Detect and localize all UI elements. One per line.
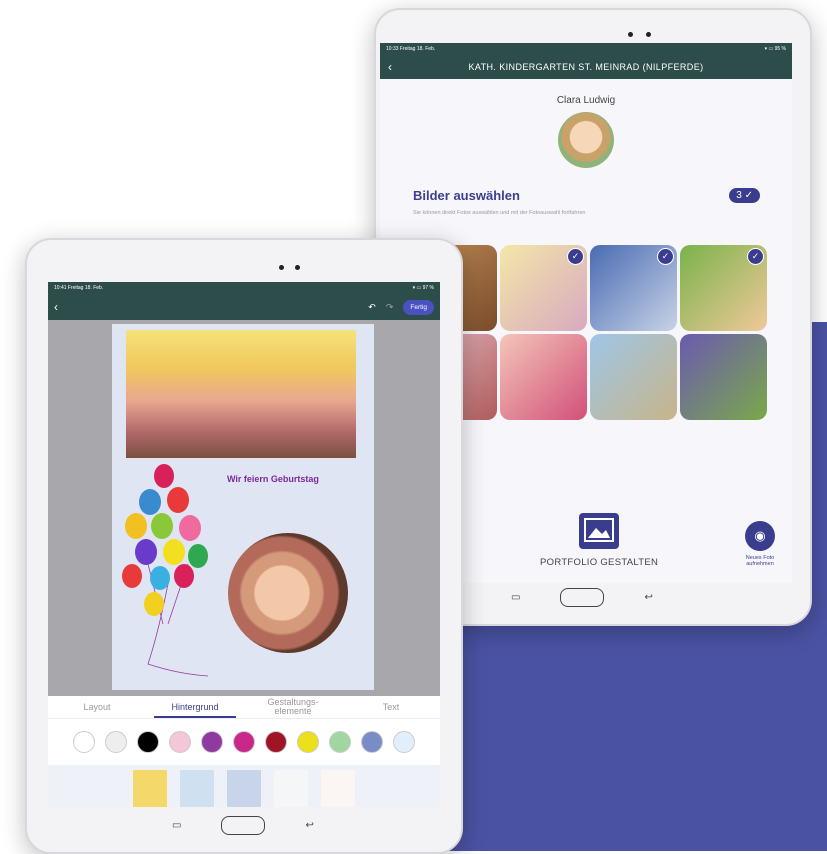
front-tablet: 10:41 Freitag 18. Feb. ▾ ▭ 97 % ‹ ↶ ↷ Fe… bbox=[25, 238, 463, 854]
color-swatch[interactable] bbox=[169, 731, 191, 753]
camera-dot bbox=[279, 265, 284, 270]
color-swatch[interactable] bbox=[73, 731, 95, 753]
camera-dot bbox=[646, 32, 651, 37]
top-bar: 10:33 Freitag 18. Feb. ▾ ▭ 95 % ‹ KATH. … bbox=[380, 43, 792, 79]
toolbar-actions: ↶ ↷ Fertig bbox=[368, 299, 434, 315]
camera-dot bbox=[295, 265, 300, 270]
select-hint: Sie können direkt Fotos auswählen und mi… bbox=[413, 210, 586, 216]
background-patterns bbox=[48, 765, 440, 807]
photo-thumbnail[interactable] bbox=[590, 334, 677, 420]
background-pattern[interactable] bbox=[180, 770, 214, 807]
battery-level: 97 % bbox=[422, 285, 434, 291]
battery-level: 95 % bbox=[774, 46, 786, 52]
color-swatch[interactable] bbox=[297, 731, 319, 753]
recent-apps-icon[interactable]: ▭ bbox=[511, 592, 520, 603]
balloons-illustration[interactable] bbox=[118, 464, 218, 684]
front-screen: 10:41 Freitag 18. Feb. ▾ ▭ 97 % ‹ ↶ ↷ Fe… bbox=[48, 282, 440, 807]
portfolio-label: PORTFOLIO GESTALTEN bbox=[540, 557, 659, 568]
back-arrow-icon[interactable]: ‹ bbox=[388, 60, 392, 74]
app-bar: ‹ KATH. KINDERGARTEN ST. MEINRAD (NILPFE… bbox=[380, 55, 792, 79]
status-right: ▾ ▭ 97 % bbox=[412, 285, 434, 291]
status-time: 10:33 bbox=[386, 46, 399, 52]
redo-icon[interactable]: ↷ bbox=[386, 302, 394, 313]
background-pattern[interactable] bbox=[321, 770, 355, 807]
tab-background[interactable]: Hintergrund bbox=[146, 702, 244, 718]
home-button[interactable] bbox=[221, 816, 266, 835]
background-pattern[interactable] bbox=[274, 770, 308, 807]
recent-apps-icon[interactable]: ▭ bbox=[172, 820, 181, 831]
background-pattern[interactable] bbox=[227, 770, 261, 807]
editor-canvas: Wir feiern Geburtstag bbox=[48, 320, 440, 696]
header-title: KATH. KINDERGARTEN ST. MEINRAD (NILPFERD… bbox=[468, 62, 704, 72]
color-swatch[interactable] bbox=[137, 731, 159, 753]
circle-photo[interactable] bbox=[228, 533, 348, 653]
select-title: Bilder auswählen bbox=[413, 188, 520, 203]
app-bar: ‹ ↶ ↷ Fertig bbox=[48, 294, 440, 320]
photo-thumbnail[interactable] bbox=[680, 334, 767, 420]
top-bar: 10:41 Freitag 18. Feb. ▾ ▭ 97 % ‹ ↶ ↷ Fe… bbox=[48, 282, 440, 320]
editor-tabs: Layout Hintergrund Gestaltungs- elemente Te… bbox=[48, 696, 440, 718]
new-photo-button[interactable]: ◉ Neues Foto aufnehmen bbox=[735, 521, 785, 567]
portfolio-page[interactable]: Wir feiern Geburtstag bbox=[112, 324, 374, 690]
portfolio-button[interactable]: PORTFOLIO GESTALTEN bbox=[540, 513, 658, 568]
camera-dot bbox=[628, 32, 633, 37]
tab-design-elements[interactable]: Gestaltungs- elemente bbox=[244, 698, 342, 716]
color-swatches bbox=[48, 718, 440, 765]
color-swatch[interactable] bbox=[393, 731, 415, 753]
checkmark-icon: ✓ bbox=[567, 248, 584, 265]
child-name: Clara Ludwig bbox=[556, 95, 616, 106]
party-photo[interactable] bbox=[126, 330, 356, 458]
status-bar: 10:33 Freitag 18. Feb. ▾ ▭ 95 % bbox=[380, 43, 792, 55]
nav-bar: ▭ ↩ bbox=[511, 588, 653, 607]
status-bar: 10:41 Freitag 18. Feb. ▾ ▭ 97 % bbox=[48, 282, 440, 294]
photo-thumbnail[interactable]: ✓ bbox=[590, 245, 677, 331]
status-date: Freitag 18. Feb. bbox=[67, 285, 104, 291]
photo-thumbnail[interactable]: ✓ bbox=[680, 245, 767, 331]
color-swatch[interactable] bbox=[201, 731, 223, 753]
new-photo-label: Neues Foto aufnehmen bbox=[745, 555, 775, 567]
photo-grid: ✓ ✓ ✓ bbox=[410, 245, 768, 420]
photo-thumbnail[interactable] bbox=[500, 334, 587, 420]
tab-text[interactable]: Text bbox=[342, 702, 440, 712]
child-avatar bbox=[558, 112, 614, 168]
page-title[interactable]: Wir feiern Geburtstag bbox=[227, 474, 319, 484]
back-nav-icon[interactable]: ↩ bbox=[305, 820, 313, 831]
undo-icon[interactable]: ↶ bbox=[368, 302, 376, 313]
color-swatch[interactable] bbox=[361, 731, 383, 753]
status-time: 10:41 bbox=[54, 285, 67, 291]
select-row: Bilder auswählen 3 ✓ bbox=[413, 188, 760, 203]
checkmark-icon: ✓ bbox=[657, 248, 674, 265]
done-button[interactable]: Fertig bbox=[403, 299, 434, 315]
background-pattern[interactable] bbox=[133, 770, 167, 807]
color-swatch[interactable] bbox=[233, 731, 255, 753]
selected-count-badge[interactable]: 3 ✓ bbox=[729, 188, 760, 203]
gallery-icon bbox=[579, 513, 620, 549]
checkmark-icon: ✓ bbox=[747, 248, 764, 265]
camera-icon: ◉ bbox=[745, 521, 775, 551]
color-swatch[interactable] bbox=[329, 731, 351, 753]
status-date: Freitag 18. Feb. bbox=[399, 46, 436, 52]
color-swatch[interactable] bbox=[265, 731, 287, 753]
tab-layout[interactable]: Layout bbox=[48, 702, 146, 712]
status-right: ▾ ▭ 95 % bbox=[764, 46, 786, 52]
back-nav-icon[interactable]: ↩ bbox=[644, 592, 652, 603]
photo-thumbnail[interactable]: ✓ bbox=[500, 245, 587, 331]
nav-bar: ▭ ↩ bbox=[172, 816, 314, 835]
home-button[interactable] bbox=[560, 588, 605, 607]
back-arrow-icon[interactable]: ‹ bbox=[54, 300, 58, 314]
color-swatch[interactable] bbox=[105, 731, 127, 753]
